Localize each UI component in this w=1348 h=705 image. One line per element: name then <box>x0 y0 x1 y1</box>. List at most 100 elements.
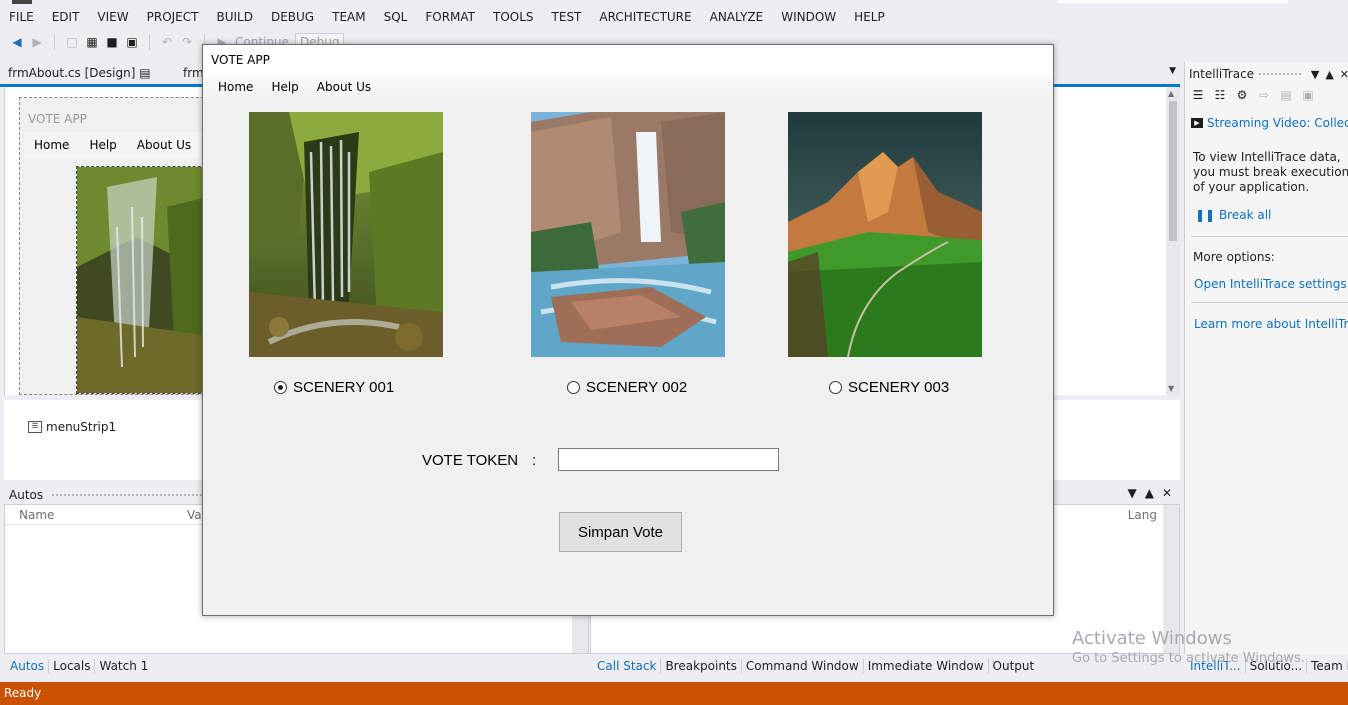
pin-icon[interactable]: ▲ <box>1145 486 1154 500</box>
menu-test[interactable]: TEST <box>543 10 591 24</box>
close-icon[interactable]: ✕ <box>1162 486 1172 500</box>
radio-circle[interactable] <box>567 381 580 394</box>
quick-launch-input[interactable] <box>1058 0 1288 3</box>
learn-more-intellitrace-link[interactable]: Learn more about IntelliTrace <box>1194 317 1348 331</box>
scenery-001-radio[interactable]: SCENERY 001 <box>274 379 394 396</box>
forward-icon[interactable]: ▶ <box>30 35 44 49</box>
menu-architecture[interactable]: ARCHITECTURE <box>590 10 700 24</box>
tab-locals[interactable]: Locals <box>49 659 96 673</box>
save-all-icon[interactable]: ▣ <box>125 35 139 49</box>
menu-window[interactable]: WINDOW <box>772 10 845 24</box>
bottom-tabs-right: Call Stack Breakpoints Command Window Im… <box>593 657 1038 675</box>
tab-call-stack[interactable]: Call Stack <box>593 659 662 673</box>
menu-format[interactable]: FORMAT <box>416 10 484 24</box>
gear-icon[interactable]: ⚙ <box>1235 88 1249 102</box>
designer-vertical-scrollbar[interactable]: ▲ ▼ <box>1166 87 1180 395</box>
tab-command-window[interactable]: Command Window <box>742 659 864 673</box>
save-icon[interactable]: ■ <box>105 35 119 49</box>
tab-watch1[interactable]: Watch 1 <box>95 659 152 673</box>
undo-icon[interactable]: ↶ <box>160 35 174 49</box>
menu-edit[interactable]: EDIT <box>43 10 89 24</box>
designer-menu-about[interactable]: About Us <box>127 138 201 152</box>
menu-team[interactable]: TEAM <box>323 10 374 24</box>
menu-file[interactable]: FILE <box>0 10 43 24</box>
tab-breakpoints[interactable]: Breakpoints <box>661 659 742 673</box>
tab-immediate-window[interactable]: Immediate Window <box>864 659 989 673</box>
tab-frm[interactable]: frm <box>183 66 204 80</box>
designer-form[interactable]: VOTE APP Home Help About Us <box>19 97 219 395</box>
break-all-link[interactable]: ❚❚ Break all <box>1195 208 1271 222</box>
waterfall-image <box>249 112 443 357</box>
menu-build[interactable]: BUILD <box>207 10 261 24</box>
tab-autos[interactable]: Autos <box>6 659 50 673</box>
pin-icon[interactable]: ▤ <box>139 66 150 80</box>
menu-sql[interactable]: SQL <box>375 10 417 24</box>
menu-debug[interactable]: DEBUG <box>262 10 323 24</box>
scenery-002-radio[interactable]: SCENERY 002 <box>567 379 687 396</box>
activate-windows-watermark: Activate Windows Go to Settings to activ… <box>1072 628 1305 666</box>
dropdown-icon[interactable]: ▼ <box>1127 486 1136 500</box>
more-options-label: More options: <box>1193 250 1275 264</box>
scenery-003-image[interactable] <box>788 112 982 357</box>
streaming-video-dropdown[interactable]: ▶ Streaming Video: Collect <box>1191 116 1348 130</box>
open-file-icon[interactable]: ▦ <box>85 35 99 49</box>
designer-menu-help[interactable]: Help <box>79 138 126 152</box>
designer-form-title: VOTE APP <box>28 112 87 126</box>
tab-dropdown-icon[interactable]: ▼ <box>1169 66 1176 76</box>
scenery-003-radio[interactable]: SCENERY 003 <box>829 379 949 396</box>
play-icon: ▶ <box>1191 118 1203 128</box>
col-lang[interactable]: Lang <box>1128 508 1157 522</box>
dropdown-icon[interactable]: ▼ <box>1311 68 1319 81</box>
menu-about-us[interactable]: About Us <box>308 80 380 94</box>
simpan-vote-button[interactable]: Simpan Vote <box>559 512 682 552</box>
tab-team-explorer[interactable]: Team E... <box>1307 659 1348 673</box>
open-log-icon[interactable]: ▤ <box>1279 88 1293 102</box>
tab-output[interactable]: Output <box>989 659 1039 673</box>
menu-home[interactable]: Home <box>209 80 262 94</box>
radio-circle-selected[interactable] <box>274 381 287 394</box>
tray-menustrip[interactable]: ☰ menuStrip1 <box>28 420 116 434</box>
redo-icon[interactable]: ↷ <box>180 35 194 49</box>
col-name[interactable]: Name <box>19 508 54 522</box>
step-icon[interactable]: ⇨ <box>1257 88 1271 102</box>
vote-token-input[interactable] <box>558 448 779 471</box>
designer-menu-home[interactable]: Home <box>24 138 79 152</box>
save-log-icon[interactable]: ▣ <box>1301 88 1315 102</box>
divider <box>1191 302 1348 303</box>
radio-circle[interactable] <box>829 381 842 394</box>
status-text: Ready <box>4 686 42 700</box>
scroll-thumb[interactable] <box>1169 101 1177 241</box>
window-title: VOTE APP <box>211 53 270 67</box>
designer-picturebox[interactable] <box>76 166 216 394</box>
list-view-icon[interactable]: ☰ <box>1191 88 1205 102</box>
tab-frmabout-design[interactable]: frmAbout.cs [Design] ▤ <box>8 66 151 80</box>
menu-view[interactable]: VIEW <box>88 10 137 24</box>
menu-help[interactable]: Help <box>262 80 307 94</box>
intellitrace-title: IntelliTrace <box>1189 67 1255 81</box>
menu-help[interactable]: HELP <box>845 10 894 24</box>
activate-line1: Activate Windows <box>1072 628 1232 649</box>
back-icon[interactable]: ◀ <box>10 35 24 49</box>
scenery-001-label: SCENERY 001 <box>293 379 395 396</box>
menu-analyze[interactable]: ANALYZE <box>701 10 773 24</box>
menu-tools[interactable]: TOOLS <box>484 10 543 24</box>
vote-app-window[interactable]: VOTE APP Home Help About Us SCENERY 001 … <box>202 44 1054 616</box>
scenery-002-label: SCENERY 002 <box>586 379 688 396</box>
designer-menustrip[interactable]: Home Help About Us <box>24 132 214 158</box>
new-project-icon[interactable]: □ <box>65 35 79 49</box>
pause-icon: ❚❚ <box>1195 208 1216 222</box>
panel-grip[interactable] <box>1258 71 1301 77</box>
close-icon[interactable]: ✕ <box>1340 68 1348 81</box>
scroll-up-icon[interactable]: ▲ <box>1168 89 1174 98</box>
pin-icon[interactable]: ▲ <box>1325 68 1333 81</box>
vote-token-label: VOTE TOKEN <box>422 452 519 469</box>
ide-menubar: FILE EDIT VIEW PROJECT BUILD DEBUG TEAM … <box>0 6 1348 28</box>
break-all-label: Break all <box>1218 208 1272 222</box>
open-intellitrace-settings-link[interactable]: Open IntelliTrace settings <box>1194 277 1347 291</box>
menu-project[interactable]: PROJECT <box>138 10 208 24</box>
scenery-001-image[interactable] <box>249 112 443 357</box>
scenery-002-image[interactable] <box>531 112 725 357</box>
window-titlebar[interactable]: VOTE APP <box>203 45 1053 75</box>
tree-view-icon[interactable]: ☷ <box>1213 88 1227 102</box>
scroll-down-icon[interactable]: ▼ <box>1168 384 1174 393</box>
